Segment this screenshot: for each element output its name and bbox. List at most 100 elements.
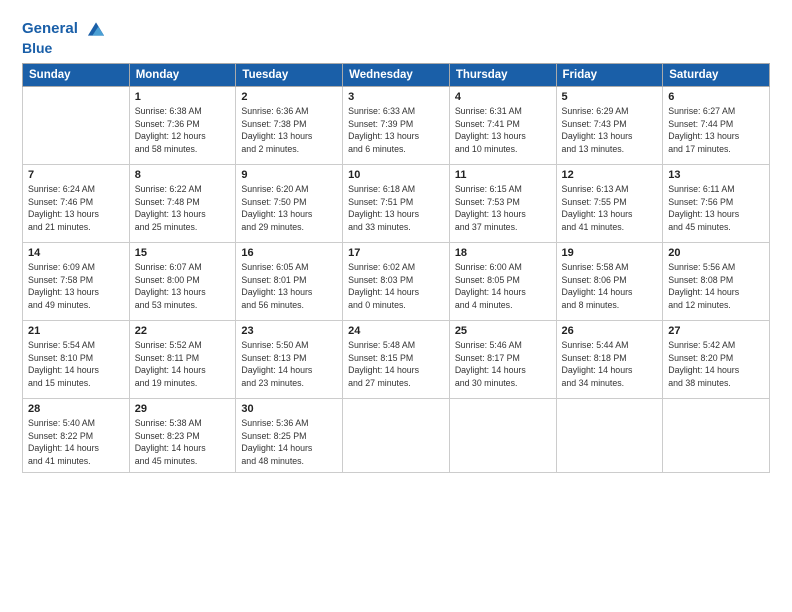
day-cell: 5 Sunrise: 6:29 AM Sunset: 7:43 PM Daylig… [556, 86, 663, 164]
day-info: Sunrise: 5:40 AM Sunset: 8:22 PM Dayligh… [28, 417, 124, 468]
day-number: 13 [668, 169, 764, 181]
day-number: 20 [668, 247, 764, 259]
day-cell [343, 398, 450, 472]
day-info: Sunrise: 6:27 AM Sunset: 7:44 PM Dayligh… [668, 105, 764, 156]
day-number: 21 [28, 325, 124, 337]
day-info: Sunrise: 6:13 AM Sunset: 7:55 PM Dayligh… [562, 183, 658, 234]
day-cell: 18Sunrise: 6:00 AM Sunset: 8:05 PM Dayli… [449, 242, 556, 320]
day-number: 28 [28, 403, 124, 415]
day-cell: 19Sunrise: 5:58 AM Sunset: 8:06 PM Dayli… [556, 242, 663, 320]
day-cell: 27Sunrise: 5:42 AM Sunset: 8:20 PM Dayli… [663, 320, 770, 398]
day-cell: 30Sunrise: 5:36 AM Sunset: 8:25 PM Dayli… [236, 398, 343, 472]
week-row-5: 28 Sunrise: 5:40 AM Sunset: 8:22 PM Dayli… [23, 398, 770, 472]
header-row: SundayMondayTuesdayWednesdayThursdayFrid… [23, 63, 770, 86]
day-info: Sunrise: 5:42 AM Sunset: 8:20 PM Dayligh… [668, 339, 764, 390]
day-cell: 17 Sunrise: 6:02 AM Sunset: 8:03 PM Dayli… [343, 242, 450, 320]
day-cell: 22 Sunrise: 5:52 AM Sunset: 8:11 PM Dayli… [129, 320, 236, 398]
day-cell: 23Sunrise: 5:50 AM Sunset: 8:13 PM Dayli… [236, 320, 343, 398]
day-info: Sunrise: 5:38 AM Sunset: 8:23 PM Dayligh… [135, 417, 231, 468]
day-number: 23 [241, 325, 337, 337]
day-info: Sunrise: 6:05 AM Sunset: 8:01 PM Dayligh… [241, 261, 337, 312]
day-number: 24 [348, 325, 444, 337]
day-number: 15 [135, 247, 231, 259]
day-cell: 11 Sunrise: 6:15 AM Sunset: 7:53 PM Dayli… [449, 164, 556, 242]
day-number: 8 [135, 169, 231, 181]
day-cell: 20 Sunrise: 5:56 AM Sunset: 8:08 PM Dayli… [663, 242, 770, 320]
day-info: Sunrise: 6:09 AM Sunset: 7:58 PM Dayligh… [28, 261, 124, 312]
day-cell: 6 Sunrise: 6:27 AM Sunset: 7:44 PM Daylig… [663, 86, 770, 164]
day-info: Sunrise: 5:36 AM Sunset: 8:25 PM Dayligh… [241, 417, 337, 468]
day-cell [449, 398, 556, 472]
day-info: Sunrise: 6:15 AM Sunset: 7:53 PM Dayligh… [455, 183, 551, 234]
day-number: 17 [348, 247, 444, 259]
week-row-3: 14 Sunrise: 6:09 AM Sunset: 7:58 PM Dayli… [23, 242, 770, 320]
day-cell: 1Sunrise: 6:38 AM Sunset: 7:36 PM Daylig… [129, 86, 236, 164]
day-number: 12 [562, 169, 658, 181]
day-cell: 25 Sunrise: 5:46 AM Sunset: 8:17 PM Dayli… [449, 320, 556, 398]
day-number: 19 [562, 247, 658, 259]
day-info: Sunrise: 6:20 AM Sunset: 7:50 PM Dayligh… [241, 183, 337, 234]
col-header-sunday: Sunday [23, 63, 130, 86]
day-info: Sunrise: 6:36 AM Sunset: 7:38 PM Dayligh… [241, 105, 337, 156]
day-info: Sunrise: 5:46 AM Sunset: 8:17 PM Dayligh… [455, 339, 551, 390]
week-row-1: 1Sunrise: 6:38 AM Sunset: 7:36 PM Daylig… [23, 86, 770, 164]
day-info: Sunrise: 6:00 AM Sunset: 8:05 PM Dayligh… [455, 261, 551, 312]
day-cell: 26 Sunrise: 5:44 AM Sunset: 8:18 PM Dayli… [556, 320, 663, 398]
day-cell: 14 Sunrise: 6:09 AM Sunset: 7:58 PM Dayli… [23, 242, 130, 320]
day-info: Sunrise: 5:44 AM Sunset: 8:18 PM Dayligh… [562, 339, 658, 390]
col-header-monday: Monday [129, 63, 236, 86]
day-number: 14 [28, 247, 124, 259]
day-cell: 7 Sunrise: 6:24 AM Sunset: 7:46 PM Daylig… [23, 164, 130, 242]
calendar-table: SundayMondayTuesdayWednesdayThursdayFrid… [22, 63, 770, 473]
day-cell: 2 Sunrise: 6:36 AM Sunset: 7:38 PM Daylig… [236, 86, 343, 164]
day-info: Sunrise: 6:33 AM Sunset: 7:39 PM Dayligh… [348, 105, 444, 156]
day-info: Sunrise: 6:29 AM Sunset: 7:43 PM Dayligh… [562, 105, 658, 156]
col-header-thursday: Thursday [449, 63, 556, 86]
day-info: Sunrise: 5:52 AM Sunset: 8:11 PM Dayligh… [135, 339, 231, 390]
day-number: 1 [135, 91, 231, 103]
col-header-friday: Friday [556, 63, 663, 86]
day-number: 6 [668, 91, 764, 103]
logo-text: General [22, 18, 107, 40]
day-info: Sunrise: 6:22 AM Sunset: 7:48 PM Dayligh… [135, 183, 231, 234]
day-cell: 8 Sunrise: 6:22 AM Sunset: 7:48 PM Daylig… [129, 164, 236, 242]
day-info: Sunrise: 6:31 AM Sunset: 7:41 PM Dayligh… [455, 105, 551, 156]
day-cell: 4 Sunrise: 6:31 AM Sunset: 7:41 PM Daylig… [449, 86, 556, 164]
col-header-wednesday: Wednesday [343, 63, 450, 86]
day-info: Sunrise: 5:54 AM Sunset: 8:10 PM Dayligh… [28, 339, 124, 390]
day-cell: 24Sunrise: 5:48 AM Sunset: 8:15 PM Dayli… [343, 320, 450, 398]
header: General Blue [22, 18, 770, 57]
day-number: 16 [241, 247, 337, 259]
day-info: Sunrise: 6:02 AM Sunset: 8:03 PM Dayligh… [348, 261, 444, 312]
logo-blue: Blue [22, 40, 107, 57]
logo-general: General [22, 20, 78, 37]
day-cell: 16 Sunrise: 6:05 AM Sunset: 8:01 PM Dayli… [236, 242, 343, 320]
day-cell [663, 398, 770, 472]
col-header-tuesday: Tuesday [236, 63, 343, 86]
week-row-4: 21 Sunrise: 5:54 AM Sunset: 8:10 PM Dayli… [23, 320, 770, 398]
day-number: 9 [241, 169, 337, 181]
day-number: 4 [455, 91, 551, 103]
day-info: Sunrise: 5:56 AM Sunset: 8:08 PM Dayligh… [668, 261, 764, 312]
day-number: 29 [135, 403, 231, 415]
day-number: 3 [348, 91, 444, 103]
day-number: 26 [562, 325, 658, 337]
day-number: 2 [241, 91, 337, 103]
day-cell: 3 Sunrise: 6:33 AM Sunset: 7:39 PM Daylig… [343, 86, 450, 164]
logo-icon [85, 18, 107, 40]
day-number: 11 [455, 169, 551, 181]
logo: General Blue [22, 18, 107, 57]
day-number: 25 [455, 325, 551, 337]
col-header-saturday: Saturday [663, 63, 770, 86]
day-info: Sunrise: 6:24 AM Sunset: 7:46 PM Dayligh… [28, 183, 124, 234]
page: General Blue SundayMondayTuesdayWednesda… [0, 0, 792, 612]
day-cell: 13 Sunrise: 6:11 AM Sunset: 7:56 PM Dayli… [663, 164, 770, 242]
day-info: Sunrise: 6:11 AM Sunset: 7:56 PM Dayligh… [668, 183, 764, 234]
day-cell [23, 86, 130, 164]
day-number: 7 [28, 169, 124, 181]
day-cell [556, 398, 663, 472]
day-info: Sunrise: 6:07 AM Sunset: 8:00 PM Dayligh… [135, 261, 231, 312]
day-cell: 21 Sunrise: 5:54 AM Sunset: 8:10 PM Dayli… [23, 320, 130, 398]
day-number: 5 [562, 91, 658, 103]
day-number: 22 [135, 325, 231, 337]
